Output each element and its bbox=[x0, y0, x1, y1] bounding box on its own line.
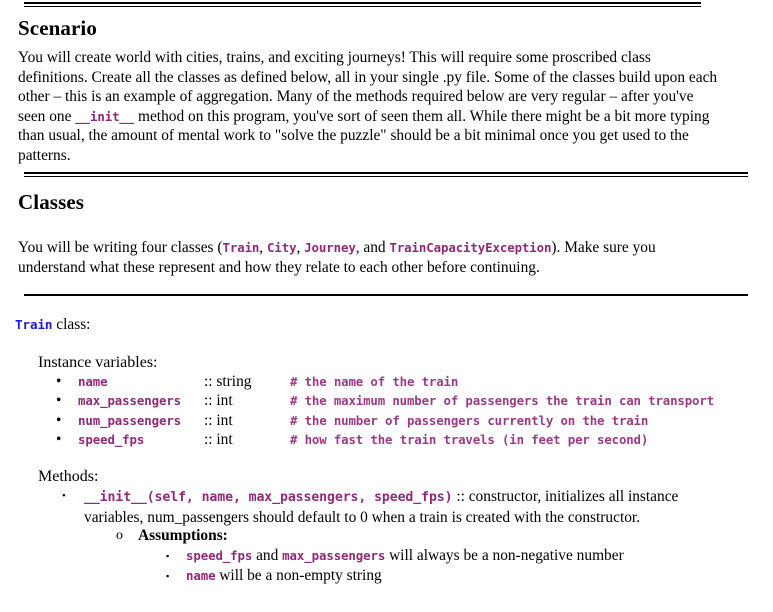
top-divider bbox=[24, 2, 701, 7]
inline-code: City bbox=[267, 240, 297, 255]
scenario-heading-wrap: Scenario bbox=[18, 16, 97, 41]
scenario-heading: Scenario bbox=[18, 16, 97, 40]
inline-code: name bbox=[186, 567, 216, 583]
assumption-item: ▪ name will be a non-empty string bbox=[150, 566, 740, 586]
inline-comment: # the number of passengers currently on … bbox=[290, 412, 649, 428]
bullet-disc-icon: • bbox=[62, 490, 66, 502]
scenario-paragraph: You will create world with cities, train… bbox=[18, 48, 724, 166]
inline-code: Train bbox=[222, 240, 260, 255]
inline-code: num_passengers bbox=[78, 412, 182, 428]
assumptions-entry: o Assumptions: bbox=[102, 526, 722, 546]
variable-type: :: string bbox=[204, 373, 252, 390]
methods-label: Methods: bbox=[38, 468, 99, 485]
method-separator: :: bbox=[452, 488, 469, 505]
assumption-text: name will be a non-empty string bbox=[186, 567, 382, 584]
bullet-circle-icon: o bbox=[116, 528, 123, 543]
inline-code: __init__ bbox=[75, 108, 135, 124]
scenario-classes-divider bbox=[24, 172, 748, 177]
inline-code: max_passengers bbox=[78, 393, 182, 409]
instance-variable-row: • num_passengers:: int # the number of pas… bbox=[56, 411, 714, 430]
instance-variables-table-wrap: • name:: string # the name of the train • ma… bbox=[56, 372, 714, 450]
method-entry: • __init__(self, name, max_passengers, s… bbox=[50, 487, 740, 527]
inline-text: and bbox=[252, 547, 283, 564]
instance-variable-row: • name:: string # the name of the train bbox=[56, 372, 714, 391]
classes-paragraph: You will be writing four classes (Train,… bbox=[18, 238, 724, 277]
assumption-item: ▪ speed_fps and max_passengers will alway… bbox=[150, 546, 740, 566]
assumption-text: speed_fps and max_passengers will always… bbox=[186, 547, 624, 564]
inline-comment: # how fast the train travels (in feet pe… bbox=[290, 432, 649, 448]
scenario-paragraph-wrap: You will create world with cities, train… bbox=[18, 48, 724, 166]
bullet-square-icon: ▪ bbox=[166, 570, 170, 581]
inline-code: Journey bbox=[304, 240, 356, 255]
inline-text: will be a non-empty string bbox=[215, 566, 382, 584]
variable-type: :: int bbox=[204, 431, 233, 449]
classes-paragraph-wrap: You will be writing four classes (Train,… bbox=[18, 238, 724, 277]
classes-heading-wrap: Classes bbox=[18, 190, 84, 215]
train-class-label: Train class: bbox=[15, 316, 90, 334]
variable-comment: # the number of passengers currently on … bbox=[290, 411, 714, 430]
inline-code: TrainCapacityException bbox=[389, 240, 552, 255]
assumptions-label: Assumptions: bbox=[138, 527, 228, 544]
bullet-disc-icon: • bbox=[56, 431, 62, 449]
inline-text: , bbox=[296, 239, 305, 256]
method-bullet-item: • __init__(self, name, max_passengers, s… bbox=[50, 487, 740, 527]
variable-type: :: int bbox=[204, 392, 233, 410]
method-signature-line: __init__(self, name, max_passengers, spe… bbox=[84, 488, 678, 526]
method-signature: __init__(self, name, max_passengers, spe… bbox=[84, 490, 453, 505]
instance-variables-table: • name:: string # the name of the train • ma… bbox=[56, 372, 714, 450]
variable-name: speed_fps bbox=[78, 430, 204, 449]
assumptions-bullet-item: o Assumptions: bbox=[102, 526, 722, 546]
train-class-suffix: class: bbox=[52, 316, 91, 333]
bullet-disc-icon: • bbox=[56, 373, 62, 390]
inline-text: will always be a non-negative number bbox=[385, 547, 624, 564]
variable-name: name bbox=[78, 372, 204, 391]
bullet-disc-icon: • bbox=[56, 411, 62, 429]
inline-code: speed_fps bbox=[78, 432, 145, 448]
bullet-square-icon: ▪ bbox=[166, 551, 170, 561]
inline-comment: # the maximum number of passengers the t… bbox=[290, 393, 714, 409]
inline-text: , and bbox=[355, 239, 390, 256]
variable-name: max_passengers bbox=[78, 391, 204, 410]
variable-type: :: int bbox=[204, 411, 233, 429]
inline-code: name bbox=[78, 374, 108, 389]
instance-variables-label: Instance variables: bbox=[38, 354, 158, 371]
classes-heading: Classes bbox=[18, 190, 85, 214]
classes-trainblock-divider bbox=[24, 294, 748, 296]
inline-code: max_passengers bbox=[282, 548, 386, 563]
bullet-disc-icon: • bbox=[56, 392, 62, 410]
instance-variable-row: • speed_fps:: int # how fast the train tra… bbox=[56, 430, 714, 449]
inline-text: You will be writing four classes ( bbox=[18, 239, 223, 256]
assumptions-list: ▪ speed_fps and max_passengers will alway… bbox=[150, 546, 740, 585]
instance-variable-row: • max_passengers:: int # the maximum numbe… bbox=[56, 391, 714, 410]
train-class-name: Train bbox=[15, 317, 53, 332]
variable-comment: # the name of the train bbox=[290, 372, 714, 391]
variable-name: num_passengers bbox=[78, 411, 204, 430]
document-page: Scenario You will create world with citi… bbox=[0, 0, 773, 612]
inline-comment: # the name of the train bbox=[290, 374, 459, 389]
variable-comment: # how fast the train travels (in feet pe… bbox=[290, 430, 714, 449]
inline-code: speed_fps bbox=[186, 548, 253, 563]
inline-text: , bbox=[259, 239, 267, 256]
variable-comment: # the maximum number of passengers the t… bbox=[290, 391, 714, 410]
